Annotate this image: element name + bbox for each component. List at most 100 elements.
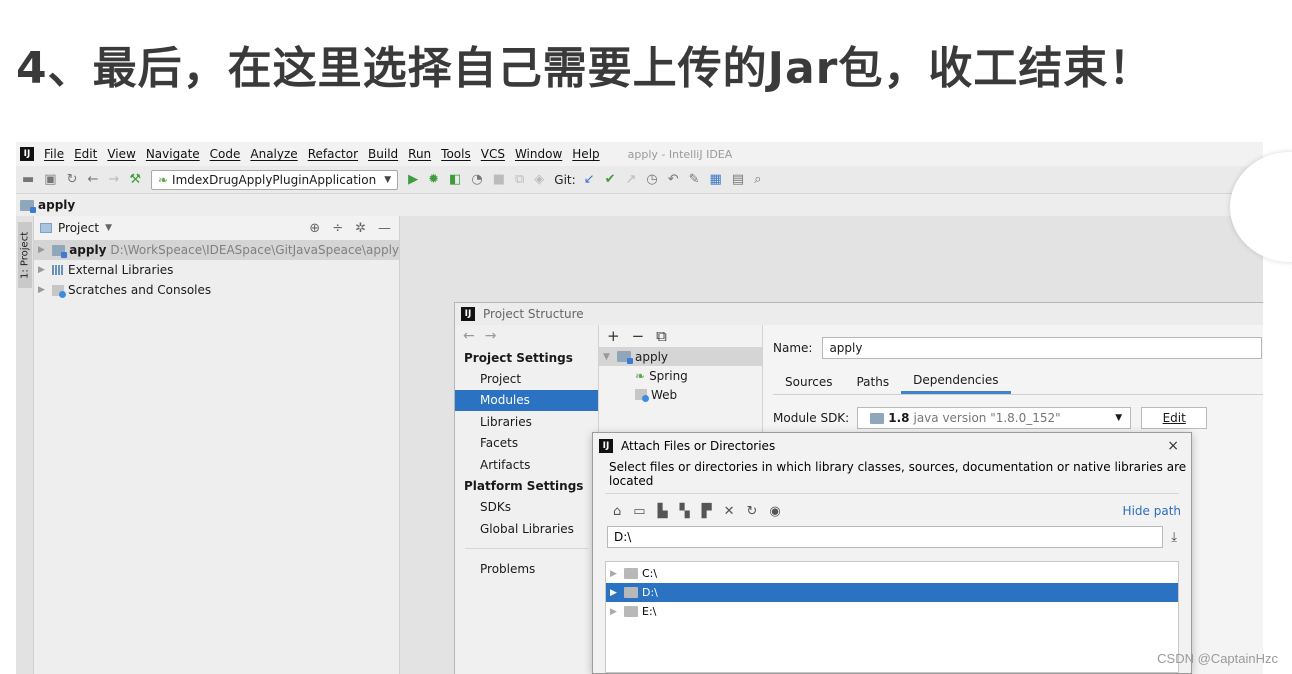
debug-icon[interactable]: ✹: [428, 172, 439, 187]
expand-arrow-icon[interactable]: ▶: [38, 245, 52, 255]
sidebar-item-sdks[interactable]: SDKs: [455, 497, 598, 519]
sidebar-item-modules[interactable]: Modules: [455, 389, 598, 411]
coverage-icon[interactable]: ◧: [449, 172, 461, 187]
delete-icon[interactable]: ✕: [724, 504, 735, 519]
drive-row-d[interactable]: ▶ D:\: [606, 583, 1178, 602]
hide-path-link[interactable]: Hide path: [1123, 504, 1181, 518]
home-icon[interactable]: ⌂: [613, 504, 621, 519]
sidebar-item-libraries[interactable]: Libraries: [455, 411, 598, 433]
module-tabs: Sources Paths Dependencies: [773, 369, 1263, 395]
project-structure-icon[interactable]: ▦: [710, 172, 722, 187]
expand-arrow-icon[interactable]: ▶: [610, 588, 624, 598]
sidebar-item-project[interactable]: Project: [455, 368, 598, 390]
tab-paths[interactable]: Paths: [844, 369, 901, 394]
sidebar-item-artifacts[interactable]: Artifacts: [455, 454, 598, 476]
drive-row-c[interactable]: ▶ C:\: [606, 564, 1178, 583]
expand-arrow-icon[interactable]: ▶: [610, 607, 624, 617]
menu-help[interactable]: Help: [572, 147, 599, 161]
save-icon[interactable]: ▣: [44, 172, 56, 187]
sidebar-item-problems[interactable]: Problems: [455, 559, 598, 581]
module-sdk-select[interactable]: 1.8 java version "1.8.0_152" ▼: [857, 407, 1132, 429]
gear-icon[interactable]: ✲: [355, 221, 366, 236]
tab-sources[interactable]: Sources: [773, 369, 844, 394]
project-panel-header: Project ▼ ⊕ ÷ ✲ —: [34, 216, 399, 240]
run-icon[interactable]: ▶: [408, 172, 418, 187]
profile-icon[interactable]: ◔: [471, 172, 482, 187]
settings-wrench-icon[interactable]: ✎: [689, 172, 700, 187]
expand-arrow-icon[interactable]: ▼: [599, 352, 617, 362]
history-icon[interactable]: ◷: [646, 172, 657, 187]
web-facet-icon: [635, 389, 649, 402]
terminal-icon[interactable]: ▤: [732, 172, 744, 187]
back-icon[interactable]: ←: [88, 172, 99, 187]
forward-icon[interactable]: →: [108, 172, 119, 187]
menu-tools[interactable]: Tools: [441, 147, 471, 161]
menu-vcs[interactable]: VCS: [481, 147, 505, 161]
download-icon[interactable]: ⤓: [1171, 530, 1177, 545]
sync-icon[interactable]: ↻: [67, 172, 78, 187]
expand-arrow-icon[interactable]: ▶: [610, 569, 624, 579]
hide-icon[interactable]: —: [378, 221, 391, 236]
project-view-label[interactable]: Project: [58, 221, 99, 235]
attach-dialog-title: Attach Files or Directories: [621, 439, 776, 453]
new-folder-icon[interactable]: ▛: [702, 504, 712, 519]
file-tree: ▶ C:\ ▶ D:\ ▶ E:\: [605, 561, 1179, 673]
tree-row-external-libraries[interactable]: ▶ External Libraries: [34, 260, 399, 280]
menu-view[interactable]: View: [107, 147, 135, 161]
module-name-field[interactable]: apply: [822, 337, 1263, 359]
module-folder-icon[interactable]: ▚: [680, 504, 690, 519]
open-folder-icon[interactable]: ▬: [22, 172, 34, 187]
git-commit-icon[interactable]: ✔: [605, 172, 616, 187]
path-input[interactable]: D:\: [607, 526, 1164, 548]
tree-row-scratches[interactable]: ▶ Scratches and Consoles: [34, 280, 399, 300]
chevron-down-icon[interactable]: ▼: [105, 223, 112, 233]
sidebar-item-facets[interactable]: Facets: [455, 433, 598, 455]
menu-refactor[interactable]: Refactor: [308, 147, 358, 161]
menu-code[interactable]: Code: [210, 147, 241, 161]
refresh-icon[interactable]: ↻: [746, 504, 757, 519]
project-view-icon: [40, 223, 52, 233]
menu-window[interactable]: Window: [515, 147, 562, 161]
build-artifacts-icon[interactable]: ⧉: [515, 172, 524, 187]
module-row-web[interactable]: Web: [599, 385, 762, 404]
search-icon[interactable]: ⌕: [754, 172, 761, 187]
expand-arrow-icon[interactable]: ▶: [38, 265, 52, 275]
git-update-icon[interactable]: ↙: [584, 172, 595, 187]
tree-row-apply[interactable]: ▶ apply D:\WorkSpeace\IDEASpace\GitJavaS…: [34, 240, 399, 260]
sidebar-item-global-libraries[interactable]: Global Libraries: [455, 518, 598, 540]
attach-debugger-icon[interactable]: ◈: [534, 172, 544, 187]
add-icon[interactable]: +: [607, 327, 620, 345]
edit-sdk-button[interactable]: Edit: [1141, 407, 1208, 429]
forward-icon[interactable]: →: [485, 328, 497, 344]
history-nav: ← →: [455, 325, 598, 347]
menu-edit[interactable]: Edit: [74, 147, 97, 161]
collapse-all-icon[interactable]: ÷: [332, 221, 343, 236]
stop-icon[interactable]: ■: [493, 172, 505, 187]
tab-dependencies[interactable]: Dependencies: [901, 369, 1011, 394]
module-row-apply[interactable]: ▼ apply: [599, 347, 762, 366]
breadcrumb-project[interactable]: apply: [38, 198, 75, 212]
tree-label-apply: apply: [69, 243, 107, 257]
drive-row-e[interactable]: ▶ E:\: [606, 602, 1178, 621]
remove-icon[interactable]: −: [632, 327, 645, 345]
menu-run[interactable]: Run: [408, 147, 431, 161]
module-row-spring[interactable]: ❧ Spring: [599, 366, 762, 385]
menu-build[interactable]: Build: [368, 147, 398, 161]
menu-file[interactable]: File: [44, 147, 64, 161]
project-tool-tab[interactable]: 1: Project: [18, 222, 32, 288]
back-icon[interactable]: ←: [463, 328, 475, 344]
desktop-icon[interactable]: ▭: [633, 504, 645, 519]
rollback-icon[interactable]: ↶: [668, 172, 679, 187]
headline-title: 4、最后，在这里选择自己需要上传的Jar包，收工结束！: [16, 43, 1154, 94]
project-folder-icon[interactable]: ▙: [658, 504, 668, 519]
menu-navigate[interactable]: Navigate: [146, 147, 200, 161]
locate-icon[interactable]: ⊕: [309, 221, 320, 236]
close-icon[interactable]: ×: [1167, 438, 1179, 454]
expand-arrow-icon[interactable]: ▶: [38, 285, 52, 295]
copy-icon[interactable]: ⧉: [656, 327, 667, 345]
build-hammer-icon[interactable]: ⚒: [129, 172, 141, 187]
show-hidden-icon[interactable]: ◉: [769, 504, 780, 519]
git-push-icon[interactable]: ↗: [625, 172, 636, 187]
menu-analyze[interactable]: Analyze: [250, 147, 297, 161]
run-configuration-select[interactable]: ❧ ImdexDrugApplyPluginApplication ▼: [150, 169, 399, 190]
